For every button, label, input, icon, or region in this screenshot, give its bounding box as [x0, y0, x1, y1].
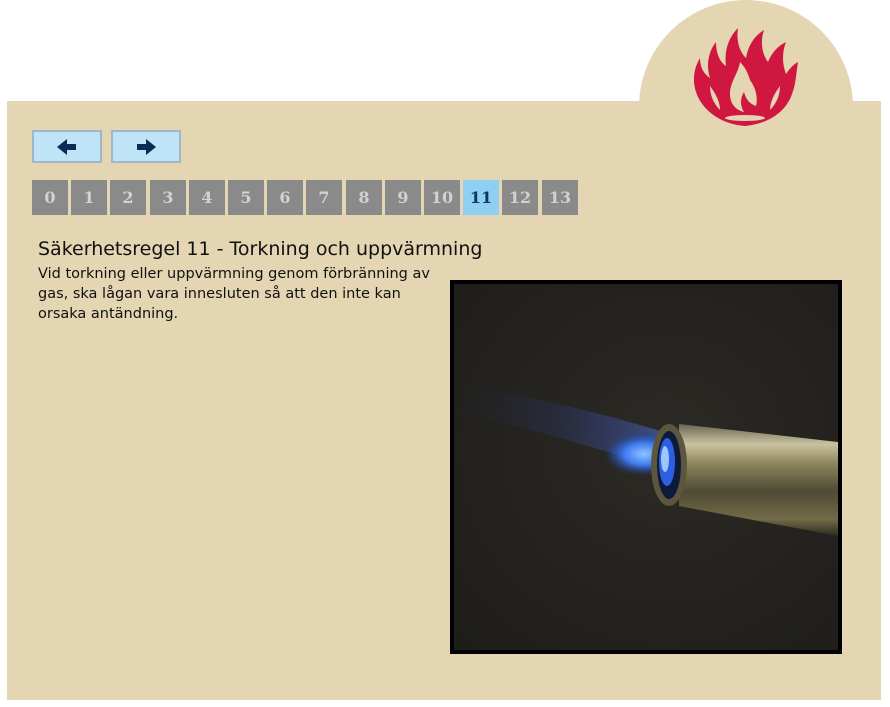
page-button-3[interactable]: 3	[150, 180, 186, 215]
arrow-left-icon	[57, 138, 76, 155]
phoenix-flame-logo	[693, 28, 798, 126]
page-button-1[interactable]: 1	[71, 180, 107, 215]
page-button-0[interactable]: 0	[32, 180, 68, 215]
page-button-2[interactable]: 2	[110, 180, 146, 215]
page-title: Säkerhetsregel 11 - Torkning och uppvärm…	[38, 238, 483, 260]
page-button-4[interactable]: 4	[189, 180, 225, 215]
page-button-11[interactable]: 11	[463, 180, 499, 215]
page-button-13[interactable]: 13	[542, 180, 578, 215]
page-root: 0 1 2 3 4 5 6 7 8 9 10 11 12 13 Säkerhetsregel 11 - T…	[0, 0, 890, 707]
page-button-12[interactable]: 12	[502, 180, 538, 215]
rule-description: Vid torkning eller uppvärmning genom för…	[38, 266, 430, 322]
arrow-right-icon	[137, 138, 156, 155]
page-button-9[interactable]: 9	[385, 180, 421, 215]
gas-torch-illustration	[454, 284, 838, 650]
page-button-5[interactable]: 5	[228, 180, 264, 215]
page-button-7[interactable]: 7	[306, 180, 342, 215]
previous-button[interactable]	[32, 130, 102, 163]
next-button[interactable]	[111, 130, 181, 163]
gas-torch-photo	[450, 280, 842, 654]
page-button-8[interactable]: 8	[346, 180, 382, 215]
page-button-10[interactable]: 10	[424, 180, 460, 215]
page-button-6[interactable]: 6	[267, 180, 303, 215]
